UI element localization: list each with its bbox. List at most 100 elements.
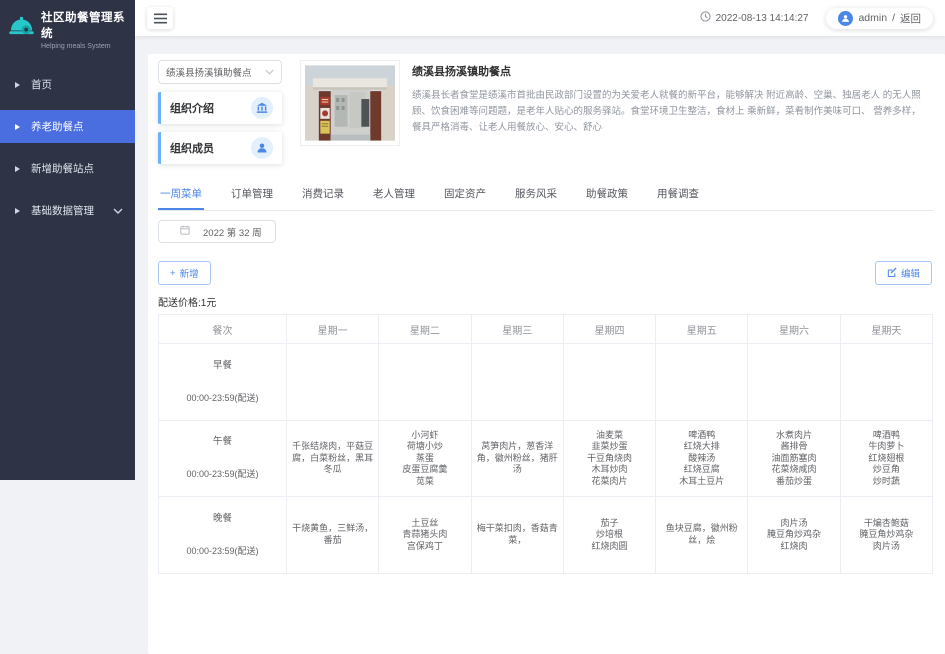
datetime-text: 2022-08-13 14:14:27	[716, 13, 809, 24]
meal-label-cell: 午餐 00:00-23:59(配送)	[159, 420, 287, 497]
col-thursday: 星期四	[563, 315, 655, 344]
sidebar-item-add-meal-station[interactable]: 新增助餐站点	[0, 152, 135, 185]
main-content: 绩溪县扬溪镇助餐点 组织介绍	[135, 36, 945, 480]
menu-cell	[840, 344, 932, 421]
org-members-button[interactable]: 组织成员	[158, 132, 282, 164]
week-picker[interactable]: 2022 第 32 周	[158, 220, 276, 243]
menu-cell	[379, 344, 471, 421]
menu-cell: 油麦菜 韭菜炒蛋 干豆角烧肉 木耳炒肉 花菜肉片	[563, 420, 655, 497]
menu-cell: 干烧黄鱼，三鲜汤，番茄	[287, 497, 379, 574]
tab-week-menu[interactable]: 一周菜单	[158, 180, 204, 210]
table-header-row: 餐次 星期一 星期二 星期三 星期四 星期五 星期六 星期天	[159, 315, 933, 344]
menu-cell: 梅干菜扣肉，香菇青菜，	[471, 497, 563, 574]
tab-order-management[interactable]: 订单管理	[229, 180, 275, 210]
chevron-down-icon	[113, 205, 123, 217]
meal-point-select[interactable]: 绩溪县扬溪镇助餐点	[158, 60, 282, 84]
org-members-label: 组织成员	[170, 140, 214, 156]
col-meal: 餐次	[159, 315, 287, 344]
menu-cell: 肉片汤 腌豆角炒鸡杂 红烧肉	[748, 497, 840, 574]
calendar-icon	[180, 225, 190, 238]
sidebar-item-home[interactable]: 首页	[0, 68, 135, 101]
menu-cell: 啤酒鸭 红烧大排 酸辣汤 红烧豆腐 木耳土豆片	[656, 420, 748, 497]
menu-cell	[471, 344, 563, 421]
menu-cell: 千张结烧肉，平菇豆腐，白菜粉丝，黑耳冬瓜	[287, 420, 379, 497]
add-button[interactable]: + 新增	[158, 261, 211, 285]
menu-cell: 莴笋肉片，葱香洋角，徽州粉丝，猪肝汤	[471, 420, 563, 497]
sidebar-item-base-data[interactable]: 基础数据管理	[0, 194, 135, 227]
triangle-right-icon	[15, 124, 20, 130]
menu-cell	[287, 344, 379, 421]
meal-time: 00:00-23:59(配送)	[162, 546, 283, 558]
topbar: 2022-08-13 14:14:27 admin / 返回	[135, 0, 945, 36]
tab-meal-policy[interactable]: 助餐政策	[584, 180, 630, 210]
menu-cell: 干煸杏鲍菇 腌豆角炒鸡杂 肉片汤	[840, 497, 932, 574]
back-link[interactable]: 返回	[900, 11, 921, 26]
app-subtitle: Helping meals System	[41, 43, 129, 50]
chevron-down-icon	[265, 67, 274, 78]
tab-bar: 一周菜单 订单管理 消费记录 老人管理 固定资产 服务风采 助餐政策 用餐调查	[158, 180, 933, 211]
user-menu[interactable]: admin / 返回	[826, 8, 933, 29]
sidebar-menu: 首页 养老助餐点 新增助餐站点 基础数据管理	[0, 68, 135, 227]
add-label: 新增	[180, 266, 199, 280]
edit-icon	[887, 267, 897, 280]
sidebar-item-label: 首页	[31, 77, 52, 92]
col-saturday: 星期六	[748, 315, 840, 344]
menu-cell: 啤酒鸭 牛肉萝卜 红烧翅根 炒豆角 炒时蔬	[840, 420, 932, 497]
tab-elderly-management[interactable]: 老人管理	[371, 180, 417, 210]
sidebar-item-label: 养老助餐点	[31, 119, 84, 134]
table-row-breakfast: 早餐 00:00-23:59(配送)	[159, 344, 933, 421]
current-datetime: 2022-08-13 14:14:27	[700, 11, 809, 25]
sidebar-item-label: 新增助餐站点	[31, 161, 94, 176]
org-intro-label: 组织介绍	[170, 100, 214, 116]
table-row-lunch: 午餐 00:00-23:59(配送) 千张结烧肉，平菇豆腐，白菜粉丝，黑耳冬瓜 …	[159, 420, 933, 497]
menu-cell	[656, 344, 748, 421]
plus-icon: +	[170, 268, 176, 279]
org-name: 绩溪县扬溪镇助餐点	[412, 63, 927, 79]
sidebar-item-label: 基础数据管理	[31, 203, 94, 218]
bank-icon	[251, 97, 273, 119]
app-logo: 社区助餐管理系统 Helping meals System	[0, 0, 135, 60]
meal-name: 晚餐	[162, 513, 283, 525]
cloche-icon	[8, 15, 35, 45]
menu-cell: 小河虾 荷塘小炒 蒸蛋 皮蛋豆腐羹 苋菜	[379, 420, 471, 497]
separator: /	[892, 12, 895, 24]
content-card: 绩溪县扬溪镇助餐点 组织介绍	[148, 54, 945, 654]
delivery-price: 配送价格:1元	[158, 294, 933, 309]
col-monday: 星期一	[287, 315, 379, 344]
tab-consumption-records[interactable]: 消费记录	[300, 180, 346, 210]
hamburger-icon[interactable]	[147, 7, 173, 29]
clock-icon	[700, 11, 711, 25]
org-photo	[300, 60, 400, 146]
week-menu-table: 餐次 星期一 星期二 星期三 星期四 星期五 星期六 星期天 早餐 00:00-…	[158, 314, 933, 574]
username: admin	[858, 12, 887, 24]
edit-button[interactable]: 编辑	[875, 261, 932, 285]
avatar-icon	[838, 11, 853, 26]
tab-meal-survey[interactable]: 用餐调查	[655, 180, 701, 210]
sidebar-item-elderly-meal-points[interactable]: 养老助餐点	[0, 110, 135, 143]
sidebar: 社区助餐管理系统 Helping meals System 首页 养老助餐点 新…	[0, 0, 135, 480]
menu-cell: 土豆丝 青蒜猪头肉 宫保鸡丁	[379, 497, 471, 574]
col-friday: 星期五	[656, 315, 748, 344]
col-wednesday: 星期三	[471, 315, 563, 344]
meal-label-cell: 早餐 00:00-23:59(配送)	[159, 344, 287, 421]
org-description: 绩溪县长者食堂是绩溪市首批由民政部门设置的为关爱老人就餐的新平台，能够解决 附近…	[412, 88, 927, 136]
meal-label-cell: 晚餐 00:00-23:59(配送)	[159, 497, 287, 574]
edit-label: 编辑	[901, 266, 920, 280]
meal-time: 00:00-23:59(配送)	[162, 469, 283, 481]
week-value: 2022 第 32 周	[203, 225, 262, 239]
app-title: 社区助餐管理系统	[41, 9, 129, 41]
menu-cell	[748, 344, 840, 421]
col-tuesday: 星期二	[379, 315, 471, 344]
table-row-dinner: 晚餐 00:00-23:59(配送) 干烧黄鱼，三鲜汤，番茄 土豆丝 青蒜猪头肉…	[159, 497, 933, 574]
triangle-right-icon	[15, 208, 20, 214]
tab-fixed-assets[interactable]: 固定资产	[442, 180, 488, 210]
meal-name: 早餐	[162, 360, 283, 372]
triangle-right-icon	[15, 82, 20, 88]
menu-cell: 水煮肉片 酱排骨 油面筋塞肉 花菜烧咸肉 番茄炒蛋	[748, 420, 840, 497]
user-icon	[251, 137, 273, 159]
tab-service-showcase[interactable]: 服务风采	[513, 180, 559, 210]
col-sunday: 星期天	[840, 315, 932, 344]
org-intro-button[interactable]: 组织介绍	[158, 92, 282, 124]
menu-cell	[563, 344, 655, 421]
menu-cell: 鱼块豆腐，徽州粉丝，烩	[656, 497, 748, 574]
